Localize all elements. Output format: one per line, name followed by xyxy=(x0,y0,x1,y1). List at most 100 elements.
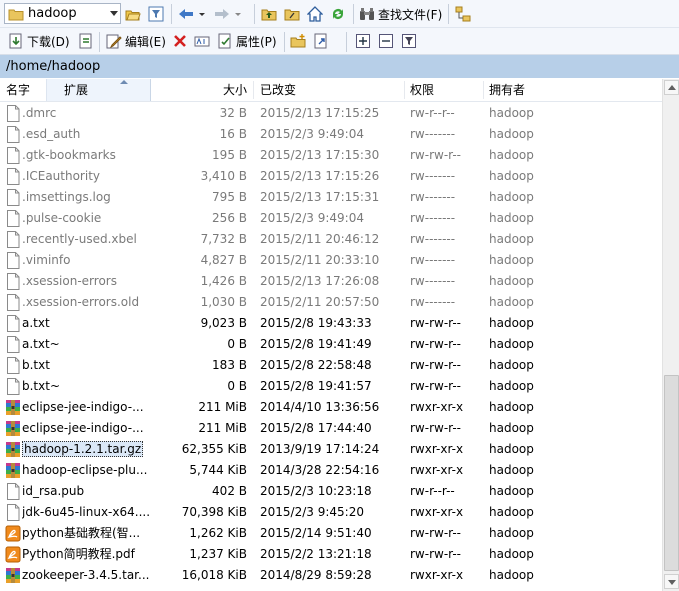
file-name-text: .dmrc xyxy=(22,106,57,120)
properties-button[interactable]: 属性(P) xyxy=(217,30,277,52)
file-size: 32 B xyxy=(219,106,247,120)
parent-directory-button[interactable] xyxy=(261,3,277,25)
file-permissions: rw-rw-r-- xyxy=(410,316,461,330)
file-owner: hadoop xyxy=(489,232,534,246)
file-row[interactable]: .dmrc 32 B 2015/2/13 17:15:25 rw-r--r-- hado… xyxy=(0,103,662,124)
column-header-size[interactable]: 大小 xyxy=(152,79,247,101)
toolbar-separator xyxy=(99,32,100,52)
file-modified: 2015/2/3 10:23:18 xyxy=(260,484,372,498)
file-row[interactable]: jdk-6u45-linux-x64.... 70,398 KiB 2015/2/3… xyxy=(0,502,662,523)
file-row[interactable]: .recently-used.xbel 7,732 B 2015/2/11 20:4… xyxy=(0,229,662,250)
file-list[interactable]: .dmrc 32 B 2015/2/13 17:15:25 rw-r--r-- hado… xyxy=(0,103,662,591)
current-path-bar[interactable]: /home/hadoop xyxy=(0,55,679,78)
file-name: .viminfo xyxy=(22,250,150,271)
file-name-text: a.txt xyxy=(22,316,50,330)
column-header-ext[interactable]: 扩展 xyxy=(46,79,151,101)
file-permissions: rw------- xyxy=(410,190,456,204)
file-modified: 2015/2/11 20:46:12 xyxy=(260,232,380,246)
file-icon xyxy=(5,147,21,164)
file-icon xyxy=(5,336,21,353)
file-name-text: a.txt~ xyxy=(22,337,60,351)
scroll-down-button[interactable] xyxy=(664,574,679,589)
column-divider[interactable] xyxy=(253,81,254,99)
download-alt-button[interactable] xyxy=(78,30,94,52)
file-modified: 2015/2/3 9:45:20 xyxy=(260,505,364,519)
file-row[interactable]: .xsession-errors.old 1,030 B 2015/2/11 20:… xyxy=(0,292,662,313)
file-row[interactable]: .pulse-cookie 256 B 2015/2/3 9:49:04 rw----… xyxy=(0,208,662,229)
file-name: eclipse-jee-indigo-... xyxy=(22,397,150,418)
toolbar-separator xyxy=(254,4,255,24)
tree-view-button[interactable] xyxy=(455,3,471,25)
column-header-owner[interactable]: 拥有者 xyxy=(489,79,569,101)
file-name: .recently-used.xbel xyxy=(22,229,150,250)
toolbar-separator xyxy=(171,4,172,24)
file-row[interactable]: .ICEauthority 3,410 B 2015/2/13 17:15:26 rw… xyxy=(0,166,662,187)
file-row[interactable]: .imsettings.log 795 B 2015/2/13 17:15:31 rw… xyxy=(0,187,662,208)
find-files-button[interactable]: 查找文件(F) xyxy=(359,3,442,25)
file-modified: 2015/2/13 17:15:30 xyxy=(260,148,380,162)
file-row[interactable]: .gtk-bookmarks 195 B 2015/2/13 17:15:30 rw-… xyxy=(0,145,662,166)
folder-combo[interactable]: hadoop xyxy=(4,3,121,24)
home-directory-button[interactable] xyxy=(307,3,323,25)
file-size: 1,030 B xyxy=(200,295,247,309)
download-button[interactable]: 下载(D) xyxy=(8,30,70,52)
column-header-modified[interactable]: 已改变 xyxy=(260,79,400,101)
chevron-down-icon xyxy=(230,6,241,22)
file-row[interactable]: zookeeper-3.4.5.tar... 16,018 KiB 2014/8/2… xyxy=(0,565,662,586)
toolbar-separator xyxy=(284,32,285,52)
file-row[interactable]: .viminfo 4,827 B 2015/2/11 20:33:10 rw-----… xyxy=(0,250,662,271)
file-row[interactable]: .xsession-errors 1,426 B 2015/2/13 17:26:0… xyxy=(0,271,662,292)
arrow-up-icon xyxy=(668,85,676,90)
forward-button[interactable] xyxy=(214,3,241,25)
download-label: 下载(D) xyxy=(27,34,70,49)
file-row[interactable]: b.txt 183 B 2015/2/8 22:58:48 rw-rw-r-- hado… xyxy=(0,355,662,376)
file-modified: 2015/2/11 20:33:10 xyxy=(260,253,380,267)
file-row[interactable]: eclipse-jee-indigo-... 211 MiB 2014/4/10 1… xyxy=(0,397,662,418)
file-name-text: id_rsa.pub xyxy=(22,484,85,498)
delete-button[interactable] xyxy=(172,30,188,52)
download-icon xyxy=(8,33,24,49)
open-folder-button[interactable] xyxy=(125,3,141,25)
scrollbar-thumb[interactable] xyxy=(664,375,679,571)
rename-button[interactable] xyxy=(194,30,210,52)
column-divider[interactable] xyxy=(404,81,405,99)
column-header-name[interactable]: 名字 xyxy=(6,79,46,101)
file-row[interactable]: python基础教程(智... 1,262 KiB 2015/2/14 9:51:4… xyxy=(0,523,662,544)
filter-button[interactable] xyxy=(148,3,164,25)
root-directory-button[interactable] xyxy=(284,3,300,25)
plus-icon xyxy=(355,33,371,49)
file-row[interactable]: id_rsa.pub 402 B 2015/2/3 10:23:18 rw-r--r-… xyxy=(0,481,662,502)
file-modified: 2014/4/10 13:36:56 xyxy=(260,400,380,414)
refresh-button[interactable] xyxy=(330,3,346,25)
scroll-up-button[interactable] xyxy=(664,80,679,95)
expand-button[interactable] xyxy=(355,30,371,52)
archive-icon xyxy=(5,567,21,584)
file-row[interactable]: hadoop-eclipse-plu... 5,744 KiB 2014/3/28 … xyxy=(0,460,662,481)
vertical-scrollbar[interactable] xyxy=(662,79,679,591)
file-list-header: 名字 扩展 大小 已改变 权限 拥有者 xyxy=(0,79,662,102)
file-name-text: .imsettings.log xyxy=(22,190,111,204)
file-row[interactable]: .esd_auth 16 B 2015/2/3 9:49:04 rw------- ha… xyxy=(0,124,662,145)
file-row[interactable]: b.txt~ 0 B 2015/2/8 19:41:57 rw-rw-r-- hadoo… xyxy=(0,376,662,397)
file-row[interactable]: a.txt~ 0 B 2015/2/8 19:41:49 rw-rw-r-- hadoo… xyxy=(0,334,662,355)
collapse-button[interactable] xyxy=(378,30,394,52)
back-button[interactable] xyxy=(178,3,205,25)
file-name-text: .recently-used.xbel xyxy=(22,232,137,246)
file-row[interactable]: a.txt 9,023 B 2015/2/8 19:43:33 rw-rw-r-- ha… xyxy=(0,313,662,334)
file-row[interactable]: hadoop-1.2.1.tar.gz 62,355 KiB 2013/9/19 1… xyxy=(0,439,662,460)
file-permissions: rw-rw-r-- xyxy=(410,421,461,435)
edit-button[interactable]: 编辑(E) xyxy=(106,30,166,52)
file-permissions: rw-rw-r-- xyxy=(410,337,461,351)
new-link-button[interactable] xyxy=(313,30,329,52)
file-row[interactable]: Python简明教程.pdf 1,237 KiB 2015/2/2 13:21:18… xyxy=(0,544,662,565)
column-header-permissions[interactable]: 权限 xyxy=(410,79,480,101)
new-folder-button[interactable] xyxy=(290,30,306,52)
file-owner: hadoop xyxy=(489,274,534,288)
file-name: eclipse-jee-indigo-... xyxy=(22,418,150,439)
file-row[interactable]: eclipse-jee-indigo-... 211 MiB 2015/2/8 17… xyxy=(0,418,662,439)
column-divider[interactable] xyxy=(483,81,484,99)
folder-combo-value: hadoop xyxy=(28,6,77,21)
toolbar-separator xyxy=(346,32,347,52)
file-name: id_rsa.pub xyxy=(22,481,150,502)
filter-mask-button[interactable] xyxy=(401,30,417,52)
